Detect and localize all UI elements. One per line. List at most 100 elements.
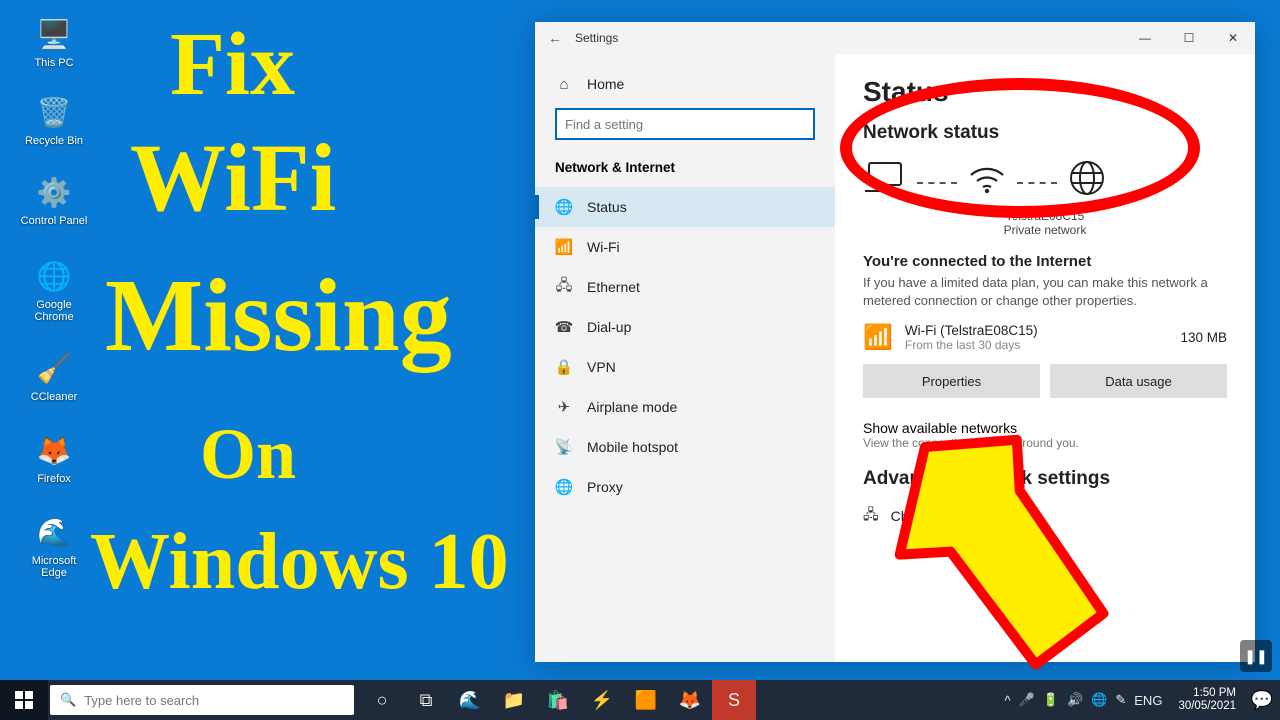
tray-network-icon[interactable]: 🌐 <box>1091 692 1107 708</box>
recycle-bin-icon: 🗑️ <box>34 92 74 132</box>
globe-icon <box>1067 158 1107 207</box>
dialup-icon: ☎ <box>555 318 573 336</box>
advanced-settings-heading: Advanced network settings <box>863 468 1227 490</box>
desktop-icon-ccleaner[interactable]: 🧹 CCleaner <box>20 348 88 403</box>
sidebar-item-hotspot[interactable]: 📡 Mobile hotspot <box>535 427 835 467</box>
taskbar-firefox[interactable]: 🦊 <box>668 680 712 720</box>
adapter-icon: 🖧 <box>863 504 879 528</box>
wifi-label: Wi-Fi (TelstraE08C15) <box>905 323 1169 338</box>
sidebar-section-label: Network & Internet <box>535 154 835 187</box>
show-available-sub: View the connection options around you. <box>863 436 1227 450</box>
sidebar-item-label: Dial-up <box>587 319 631 335</box>
sidebar-item-label: Ethernet <box>587 279 640 295</box>
desktop-icon-chrome[interactable]: 🌐 Google Chrome <box>20 256 88 323</box>
sidebar-item-label: Airplane mode <box>587 399 677 415</box>
control-panel-icon: ⚙️ <box>34 172 74 212</box>
taskbar-store[interactable]: 🛍️ <box>536 680 580 720</box>
properties-button[interactable]: Properties <box>863 364 1040 398</box>
change-adapter-options[interactable]: 🖧 Change adapter options <box>863 504 1227 528</box>
connected-title: You're connected to the Internet <box>863 253 1227 270</box>
taskbar-clock[interactable]: 1:50 PM 30/05/2021 <box>1170 687 1244 712</box>
sidebar-item-dialup[interactable]: ☎ Dial-up <box>535 307 835 347</box>
system-tray[interactable]: ^ 🎤 🔋 🔊 🌐 ✎ ENG <box>997 692 1171 708</box>
sidebar-item-label: VPN <box>587 359 616 375</box>
desktop-icon-edge[interactable]: 🌊 Microsoft Edge <box>20 512 88 579</box>
sidebar-item-vpn[interactable]: 🔒VPN <box>535 347 835 387</box>
network-name: TelstraE08C15 Private network <box>863 209 1227 237</box>
tray-battery-icon[interactable]: 🔋 <box>1043 692 1059 708</box>
ethernet-icon: 🖧 <box>555 278 573 296</box>
overlay-line2: WiFi <box>130 130 336 226</box>
sidebar-home-label: Home <box>587 76 624 92</box>
data-usage-button[interactable]: Data usage <box>1050 364 1227 398</box>
show-available-networks[interactable]: Show available networks <box>863 420 1227 436</box>
chrome-icon: 🌐 <box>34 256 74 296</box>
network-diagram <box>863 158 1227 207</box>
taskbar-taskview[interactable]: ⧉ <box>404 680 448 720</box>
tray-language[interactable]: ENG <box>1134 693 1162 708</box>
connected-desc: If you have a limited data plan, you can… <box>863 274 1227 309</box>
sidebar-item-label: Wi-Fi <box>587 239 620 255</box>
change-adapter-label: Change adapter options <box>891 508 1040 524</box>
tray-pen-icon[interactable]: ✎ <box>1115 692 1126 708</box>
taskbar-search[interactable]: 🔍 Type here to search <box>50 685 354 715</box>
desktop-icon-label: Control Panel <box>20 215 88 227</box>
back-button[interactable]: ← <box>535 30 575 46</box>
hotspot-icon: 📡 <box>555 438 573 456</box>
sidebar-item-proxy[interactable]: 🌐Proxy <box>535 467 835 507</box>
wifi-icon: 📶 <box>555 238 573 256</box>
proxy-icon: 🌐 <box>555 478 573 496</box>
desktop-icon-firefox[interactable]: 🦊 Firefox <box>20 430 88 485</box>
pc-icon: 🖥️ <box>34 14 74 54</box>
taskbar-search-placeholder: Type here to search <box>84 693 199 708</box>
sidebar-home[interactable]: ⌂ Home <box>535 64 835 104</box>
sidebar-item-airplane[interactable]: ✈ Airplane mode <box>535 387 835 427</box>
wifi-sublabel: From the last 30 days <box>905 338 1169 352</box>
sidebar-item-wifi[interactable]: 📶 Wi-Fi <box>535 227 835 267</box>
taskbar-explorer[interactable]: 📁 <box>492 680 536 720</box>
wifi-usage-row: 📶 Wi-Fi (TelstraE08C15) From the last 30… <box>863 323 1227 352</box>
close-button[interactable]: ✕ <box>1211 22 1255 54</box>
clock-time: 1:50 PM <box>1178 687 1236 700</box>
taskbar-cortana[interactable]: ○ <box>360 680 404 720</box>
maximize-button[interactable]: ☐ <box>1167 22 1211 54</box>
taskbar-recorder[interactable]: S <box>712 680 756 720</box>
tray-mic-icon[interactable]: 🎤 <box>1019 692 1035 708</box>
desktop-icon-control-panel[interactable]: ⚙️ Control Panel <box>20 172 88 227</box>
overlay-line1: Fix <box>170 20 295 110</box>
network-status-heading: Network status <box>863 122 1227 144</box>
search-icon: 🔍 <box>60 692 76 708</box>
desktop-icon-label: CCleaner <box>20 391 88 403</box>
home-icon: ⌂ <box>555 75 573 93</box>
sidebar-item-ethernet[interactable]: 🖧 Ethernet <box>535 267 835 307</box>
settings-search-input[interactable] <box>555 108 815 140</box>
overlay-line3: Missing <box>105 264 452 368</box>
sidebar-item-label: Mobile hotspot <box>587 439 678 455</box>
tray-chevron-icon[interactable]: ^ <box>1005 693 1011 708</box>
wifi-node-icon <box>967 165 1007 203</box>
settings-sidebar: ⌂ Home Network & Internet 🌐Status 📶Wi-Fi… <box>535 54 835 662</box>
start-button[interactable] <box>0 680 48 720</box>
firefox-icon: 🦊 <box>34 430 74 470</box>
tray-volume-icon[interactable]: 🔊 <box>1067 692 1083 708</box>
sidebar-item-status[interactable]: 🌐Status <box>535 187 835 227</box>
wifi-icon: 📶 <box>863 323 893 352</box>
pause-indicator: ❚❚ <box>1240 640 1272 672</box>
taskbar-edge[interactable]: 🌊 <box>448 680 492 720</box>
desktop-icon-label: Recycle Bin <box>20 135 88 147</box>
window-title: Settings <box>575 31 618 45</box>
desktop-icon-recycle-bin[interactable]: 🗑️ Recycle Bin <box>20 92 88 147</box>
overlay-line5: Windows 10 <box>90 522 509 602</box>
wifi-usage-amount: 130 MB <box>1180 330 1227 345</box>
clock-date: 30/05/2021 <box>1178 700 1236 713</box>
sidebar-item-label: Status <box>587 199 627 215</box>
overlay-line4: On <box>200 418 296 490</box>
page-title: Status <box>863 76 1227 108</box>
titlebar: ← Settings — ☐ ✕ <box>535 22 1255 54</box>
taskbar-office[interactable]: 🟧 <box>624 680 668 720</box>
airplane-icon: ✈ <box>555 398 573 416</box>
desktop-icon-this-pc[interactable]: 🖥️ This PC <box>20 14 88 69</box>
taskbar-app1[interactable]: ⚡ <box>580 680 624 720</box>
minimize-button[interactable]: — <box>1123 22 1167 54</box>
taskbar-notifications[interactable]: 💬 <box>1244 680 1280 720</box>
